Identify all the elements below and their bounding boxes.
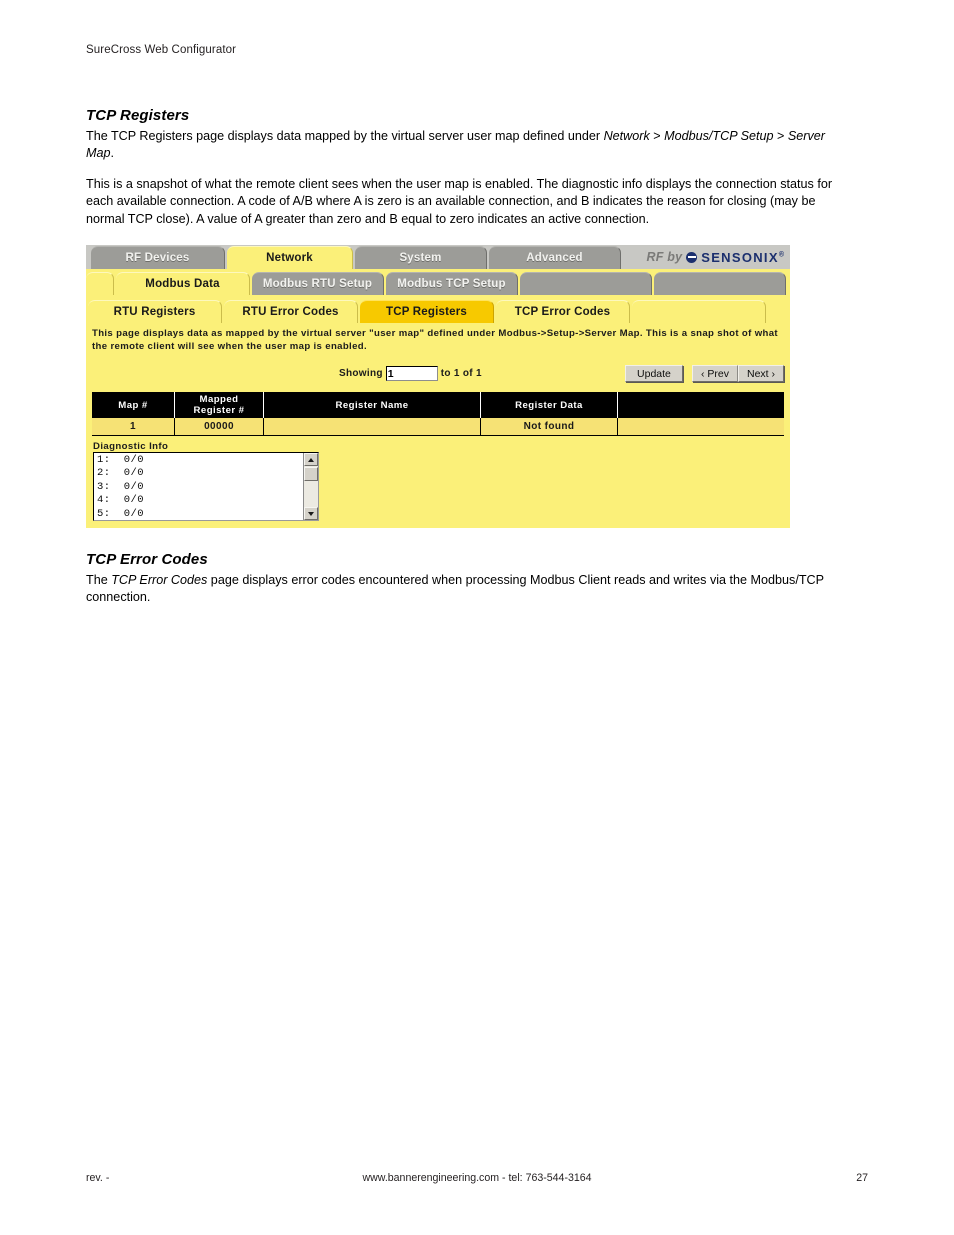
tertiary-nav-tabs: RTU Registers RTU Error Codes TCP Regist… [86,299,790,323]
footer-page-number: 27 [856,1172,868,1184]
column-header-mapped-register: Mapped Register # [174,392,264,418]
tab-rtu-error-codes[interactable]: RTU Error Codes [224,300,358,323]
table-header: Map # Mapped Register # Register Name Reg… [92,392,784,418]
tcp-registers-table: Map # Mapped Register # Register Name Reg… [92,392,784,436]
tab-system[interactable]: System [355,246,487,269]
paging-buttons: Update ‹ Prev Next › [624,365,784,382]
tab-network[interactable]: Network [227,246,353,269]
cell-mapped-register: 00000 [174,418,264,436]
diagnostic-info-entries: 1: 0/0 2: 0/0 3: 0/0 4: 0/0 5: 0/0 [94,453,304,520]
web-configurator-screenshot: RF Devices Network System Advanced RF by… [86,245,790,528]
diagnostic-scrollbar[interactable] [303,453,318,520]
scroll-down-button[interactable] [304,507,318,520]
column-header-mapped-register-line2: Register # [193,405,245,416]
tab-modbus-tcp-setup[interactable]: Modbus TCP Setup [386,272,518,295]
primary-nav-tabs: RF Devices Network System Advanced RF by… [86,245,790,269]
sensonix-logo: RF by SENSONIX® [647,247,785,267]
list-item[interactable]: 2: 0/0 [97,467,304,480]
prev-next-button-pair: ‹ Prev Next › [691,365,784,382]
footer-contact: www.bannerengineering.com - tel: 763-544… [362,1172,592,1184]
prev-button[interactable]: ‹ Prev [691,365,738,382]
diagnostic-info-label: Diagnostic Info [93,441,169,452]
brand-name-text: SENSONIX® [701,249,784,265]
tab-rtu-registers[interactable]: RTU Registers [88,300,222,323]
column-header-spare [617,392,784,418]
paging-toolbar: Showing to 1 of 1 Update ‹ Prev Next › [86,363,790,389]
showing-control-group: Showing to 1 of 1 [339,366,482,381]
tab-tertiary-empty-1[interactable] [632,300,766,323]
page-instructions-text: This page displays data as mapped by the… [92,328,778,352]
section-heading-tcp-registers: TCP Registers [86,107,190,124]
paragraph-tcp-registers-detail: This is a snapshot of what the remote cl… [86,177,833,226]
brand-prefix-text: RF by [646,250,683,264]
tab-rf-devices[interactable]: RF Devices [91,246,225,269]
list-item[interactable]: 4: 0/0 [97,494,304,507]
column-header-register-data: Register Data [480,392,618,418]
tab-modbus-data[interactable]: Modbus Data [116,272,250,295]
page-number-input[interactable] [385,366,438,381]
tab-secondary-spacer [86,272,114,295]
sensonix-mark-icon [686,251,698,263]
secondary-nav-tabs: Modbus Data Modbus RTU Setup Modbus TCP … [86,271,790,295]
paragraph-tcp-registers-intro: The TCP Registers page displays data map… [86,129,825,161]
column-header-register-name: Register Name [263,392,481,418]
chevron-up-icon [308,457,314,462]
table-body: 1 00000 Not found [92,418,784,436]
tab-advanced[interactable]: Advanced [489,246,621,269]
list-item[interactable]: 3: 0/0 [97,481,304,494]
column-header-map-number: Map # [92,392,175,418]
chevron-down-icon [308,511,314,516]
document-page: SureCross Web Configurator TCP Registers… [0,0,954,1235]
tab-tcp-error-codes[interactable]: TCP Error Codes [496,300,630,323]
tab-secondary-empty-2[interactable] [654,272,786,295]
section-heading-tcp-error-codes: TCP Error Codes [86,551,208,568]
cell-map-number: 1 [92,418,175,436]
cell-register-data: Not found [480,418,618,436]
diagnostic-info-listbox[interactable]: 1: 0/0 2: 0/0 3: 0/0 4: 0/0 5: 0/0 [93,452,319,521]
list-item[interactable]: 1: 0/0 [97,454,304,467]
cell-register-name [263,418,481,436]
column-header-mapped-register-line1: Mapped [199,394,239,405]
showing-label: Showing [339,368,383,379]
update-button[interactable]: Update [624,365,683,382]
running-header: SureCross Web Configurator [86,44,237,56]
next-button[interactable]: Next › [737,365,784,382]
table-row: 1 00000 Not found [92,418,784,436]
scroll-up-button[interactable] [304,453,318,466]
tab-tcp-registers[interactable]: TCP Registers [360,300,494,323]
table-header-row: Map # Mapped Register # Register Name Reg… [92,392,784,418]
cell-spare [617,418,784,436]
list-item[interactable]: 5: 0/0 [97,508,304,520]
scrollbar-thumb[interactable] [304,467,318,481]
paragraph-tcp-error-codes: The TCP Error Codes page displays error … [86,573,824,605]
tab-modbus-rtu-setup[interactable]: Modbus RTU Setup [252,272,384,295]
tab-secondary-empty-1[interactable] [520,272,652,295]
showing-range-label: to 1 of 1 [440,368,482,379]
